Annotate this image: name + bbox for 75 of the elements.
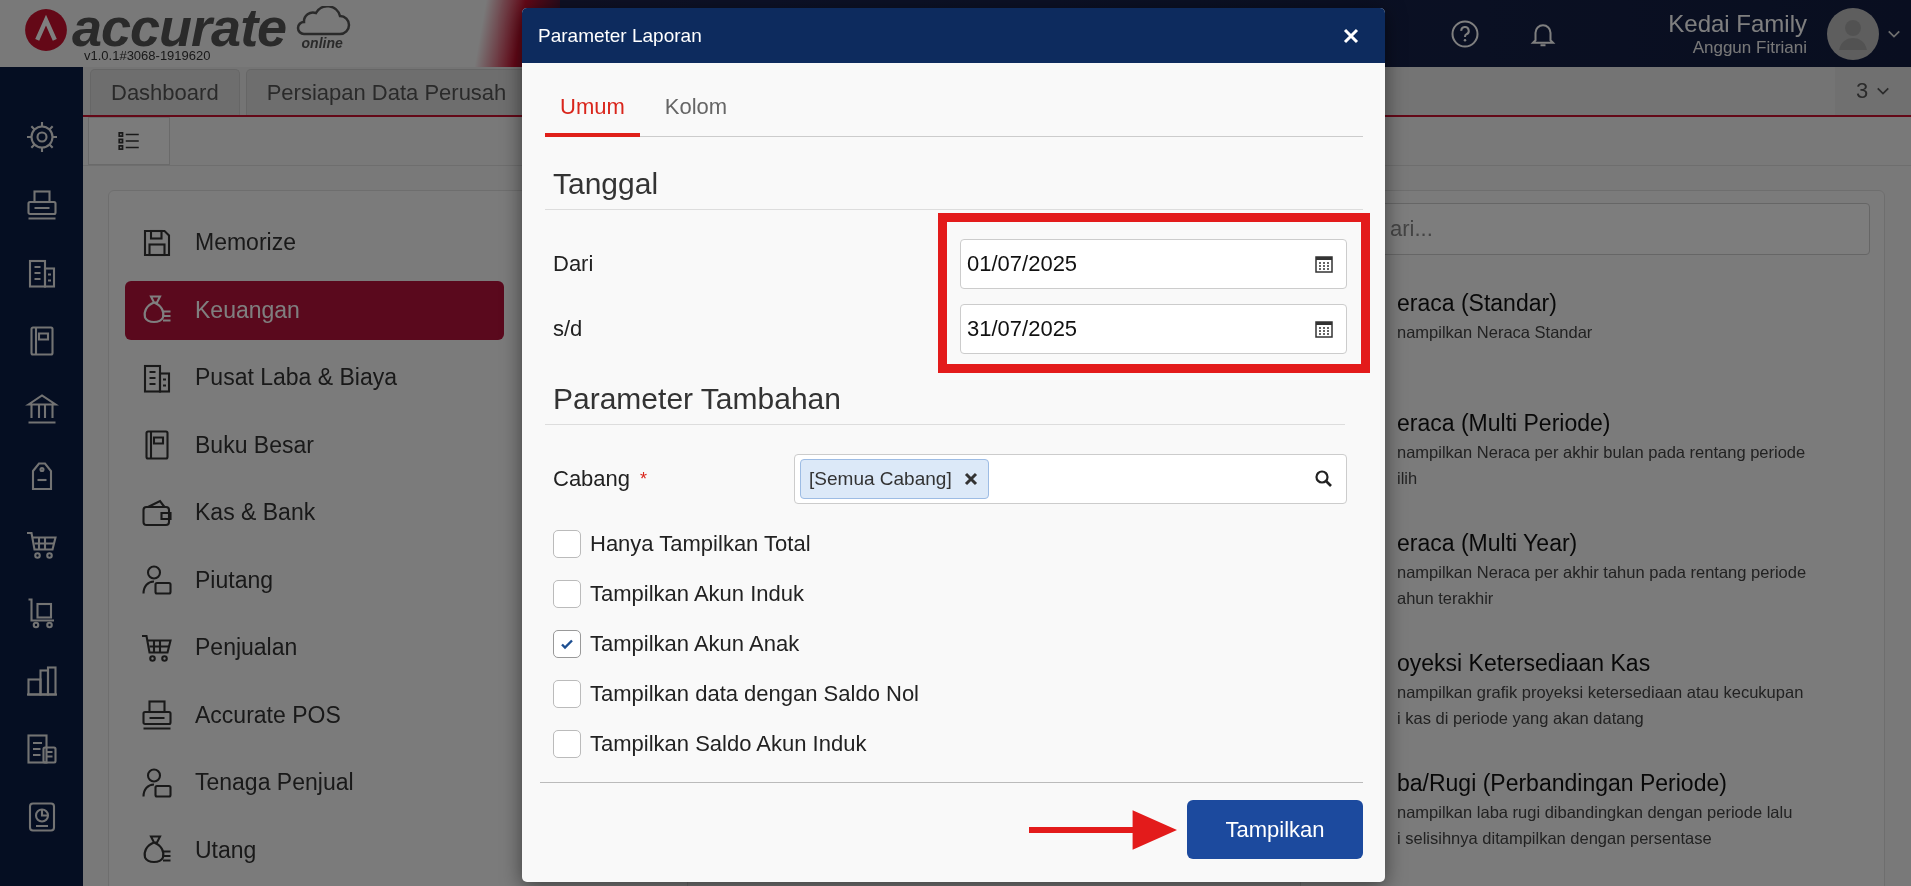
checkbox-label: Tampilkan Akun Anak	[590, 631, 800, 657]
menu-item[interactable]: Pusat Laba & Biaya	[125, 348, 504, 407]
report-title[interactable]: eraca (Multi Year)	[1397, 528, 1884, 558]
report-description: nampilkan laba rugi dibandingkan dengan periode lalu	[1397, 802, 1794, 823]
menu-label: Memorize	[195, 229, 296, 256]
field-label: Cabang	[553, 465, 631, 493]
chevron-down-icon	[1876, 86, 1891, 96]
report-title[interactable]: oyeksi Ketersediaan Kas	[1397, 648, 1884, 678]
menu-label: Utang	[195, 836, 257, 864]
report-description: i kas di periode yang akan datang	[1397, 708, 1645, 729]
date-field[interactable]: 01/07/2025	[960, 239, 1347, 289]
remove-icon[interactable]	[963, 472, 978, 486]
report-title[interactable]: ba/Rugi (Perbandingan Periode)	[1397, 768, 1884, 798]
submit-button[interactable]: Tampilkan	[1187, 800, 1363, 859]
section-heading: Parameter Tambahan	[545, 382, 1345, 425]
version-text: v1.0.1#3068-1919620	[84, 48, 212, 64]
checkbox[interactable]	[553, 680, 581, 708]
chevron-down-icon[interactable]	[1887, 28, 1901, 39]
menu-item[interactable]: Tenaga Penjual	[125, 753, 504, 812]
section-heading: Tanggal	[545, 167, 1363, 210]
menu-label: Tenaga Penjual	[195, 769, 354, 796]
checkbox[interactable]	[553, 630, 581, 658]
report-description: i selisihnya ditampilkan dengan persentase	[1397, 828, 1713, 849]
field-label: Dari	[553, 250, 595, 278]
report-description: ilih	[1397, 468, 1419, 489]
menu-item[interactable]: Utang	[125, 820, 504, 880]
logo-text: accurate	[72, 6, 287, 48]
report-description: nampilkan Neraca per akhir bulan pada rentang periode	[1397, 442, 1807, 463]
menu-item[interactable]: Kas & Bank	[125, 483, 504, 542]
report-description: ahun terakhir	[1397, 588, 1495, 609]
menu-label: Kas & Bank	[195, 499, 316, 526]
menu-item[interactable]: Memorize	[125, 213, 504, 272]
calendar-icon[interactable]	[1314, 254, 1334, 274]
menu-label: Keuangan	[195, 296, 300, 324]
menu-item[interactable]: Accurate POS	[125, 685, 504, 745]
logo-icon	[24, 8, 68, 52]
search-icon[interactable]	[1314, 469, 1334, 489]
printer-icon	[139, 697, 175, 733]
report-title[interactable]: eraca (Standar)	[1397, 288, 1884, 318]
menu-item[interactable]: Piutang	[125, 550, 504, 610]
menu-label: Piutang	[195, 566, 273, 594]
page-tab[interactable]: Dashboard	[90, 69, 240, 115]
tab-count-button[interactable]: 3	[1835, 67, 1911, 115]
checkbox[interactable]	[553, 580, 581, 608]
field-label: s/d	[553, 315, 584, 343]
report-description: nampilkan grafik proyeksi ketersediaan atau kecukupan	[1397, 682, 1805, 703]
dialog-title: Parameter Laporan	[538, 24, 702, 47]
checkbox-label: Tampilkan Akun Induk	[590, 581, 805, 607]
selected-tag[interactable]: [Semua Cabang]	[800, 459, 989, 499]
date-field[interactable]: 31/07/2025	[960, 304, 1347, 354]
logo-subtitle: online	[301, 36, 343, 50]
list-button[interactable]	[88, 117, 170, 165]
checkbox-label: Tampilkan Saldo Akun Induk	[590, 731, 867, 757]
checkbox-label: Hanya Tampilkan Total	[590, 531, 811, 557]
help-icon[interactable]	[1450, 18, 1481, 49]
branch-field[interactable]: [Semua Cabang]	[794, 454, 1347, 504]
checkbox[interactable]	[553, 530, 581, 558]
report-title[interactable]: eraca (Multi Periode)	[1397, 408, 1884, 438]
menu-label: Pusat Laba & Biaya	[195, 364, 398, 391]
report-description: nampilkan Neraca per akhir tahun pada rentang periode	[1397, 562, 1808, 583]
required-mark: *	[640, 468, 649, 490]
checkbox-label: Tampilkan data dengan Saldo Nol	[590, 681, 919, 707]
company-name: Kedai Family	[1668, 9, 1807, 38]
avatar-icon[interactable]	[1827, 7, 1879, 60]
menu-item[interactable]: Buku Besar	[125, 415, 504, 475]
menu-label: Penjualan	[195, 634, 298, 661]
menu-item[interactable]: Penjualan	[125, 618, 504, 677]
dialog-tab[interactable]: Umum	[545, 93, 640, 137]
report-description: nampilkan Neraca Standar	[1397, 322, 1594, 343]
menu-item[interactable]: Keuangan	[125, 280, 504, 340]
user-name: Anggun Fitriani	[1692, 37, 1807, 58]
menu-label: Accurate POS	[195, 701, 341, 729]
checkbox[interactable]	[553, 730, 581, 758]
calendar-icon[interactable]	[1314, 319, 1334, 339]
menu-label: Buku Besar	[195, 431, 314, 459]
